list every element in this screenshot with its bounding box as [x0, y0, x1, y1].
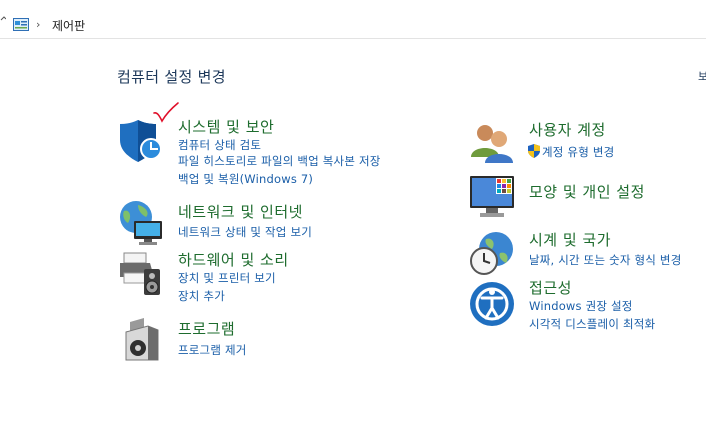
clock-globe-icon — [470, 232, 513, 275]
network-globe-icon — [120, 201, 162, 245]
link-review-status[interactable]: 컴퓨터 상태 검토 — [178, 137, 261, 153]
users-icon — [471, 125, 513, 163]
category-title[interactable]: 시계 및 국가 — [529, 229, 611, 250]
link-date-time-format[interactable]: 날짜, 시간 또는 숫자 형식 변경 — [529, 252, 682, 268]
category-title[interactable]: 사용자 계정 — [529, 119, 606, 140]
link-network-status[interactable]: 네트워크 상태 및 작업 보기 — [178, 224, 312, 240]
address-bar[interactable]: › 제어판 — [0, 0, 706, 39]
link-recommended-settings[interactable]: Windows 권장 설정 — [529, 298, 633, 314]
link-change-account-type[interactable]: 계정 유형 변경 — [542, 144, 614, 160]
link-uninstall-program[interactable]: 프로그램 제거 — [178, 342, 247, 358]
link-file-history[interactable]: 파일 히스토리로 파일의 백업 복사본 저장 — [178, 153, 381, 169]
category-title[interactable]: 시스템 및 보안 — [178, 116, 274, 137]
category-title[interactable]: 접근성 — [529, 277, 572, 298]
breadcrumb-control-panel[interactable]: 제어판 — [52, 17, 85, 34]
control-panel-icon — [13, 18, 29, 31]
category-title[interactable]: 네트워크 및 인터넷 — [178, 201, 303, 222]
uac-shield-icon — [528, 144, 540, 158]
up-arrow-icon[interactable] — [0, 14, 6, 22]
program-box-icon — [125, 318, 159, 361]
page-title: 컴퓨터 설정 변경 — [117, 68, 226, 86]
link-devices-printers[interactable]: 장치 및 프린터 보기 — [178, 270, 276, 286]
shield-icon — [120, 120, 162, 162]
monitor-personalization-icon — [470, 176, 514, 217]
link-optimize-display[interactable]: 시각적 디스플레이 최적화 — [529, 316, 655, 332]
category-title[interactable]: 모양 및 개인 설정 — [529, 181, 645, 202]
printer-speaker-icon — [120, 252, 160, 295]
ease-of-access-icon — [470, 282, 514, 326]
link-add-device[interactable]: 장치 추가 — [178, 288, 225, 304]
breadcrumb-separator-icon: › — [36, 18, 41, 31]
view-by-label[interactable]: 보 — [698, 68, 706, 84]
category-title[interactable]: 프로그램 — [178, 318, 235, 339]
link-backup-restore[interactable]: 백업 및 복원(Windows 7) — [178, 171, 313, 187]
category-title[interactable]: 하드웨어 및 소리 — [178, 249, 289, 270]
